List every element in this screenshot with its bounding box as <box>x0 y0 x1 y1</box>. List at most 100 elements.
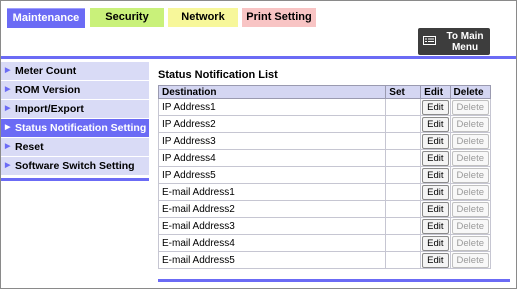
set-cell <box>385 217 422 235</box>
sidebar-item-software-switch-setting[interactable]: ▶ Software Switch Setting <box>1 157 149 176</box>
edit-button[interactable]: Edit <box>422 201 449 217</box>
menu-screen-icon <box>423 36 436 45</box>
delete-cell: Delete <box>449 234 492 252</box>
page-title: Status Notification List <box>158 69 278 81</box>
column-header-delete: Delete <box>449 85 492 99</box>
table-row: IP Address1 Edit Delete <box>157 98 492 116</box>
set-cell <box>385 98 422 116</box>
sidebar-item-label: Meter Count <box>15 65 77 77</box>
triangle-right-icon: ▶ <box>5 67 11 74</box>
delete-cell: Delete <box>449 251 492 269</box>
triangle-right-icon: ▶ <box>5 124 11 131</box>
table-row: E-mail Address3 Edit Delete <box>157 217 492 235</box>
edit-cell: Edit <box>420 234 451 252</box>
sidebar-item-import-export[interactable]: ▶ Import/Export <box>1 100 149 119</box>
destination-cell: IP Address2 <box>157 115 387 133</box>
table-row: IP Address5 Edit Delete <box>157 166 492 184</box>
sidebar-item-label: Software Switch Setting <box>15 160 135 172</box>
sidebar-item-reset[interactable]: ▶ Reset <box>1 138 149 157</box>
edit-cell: Edit <box>420 200 451 218</box>
delete-cell: Delete <box>449 217 492 235</box>
edit-button[interactable]: Edit <box>422 184 449 200</box>
table-row: IP Address3 Edit Delete <box>157 132 492 150</box>
delete-cell: Delete <box>449 132 492 150</box>
edit-cell: Edit <box>420 149 451 167</box>
delete-cell: Delete <box>449 115 492 133</box>
to-main-menu-button[interactable]: To Main Menu <box>418 28 490 55</box>
delete-button[interactable]: Delete <box>451 184 489 200</box>
table-row: IP Address2 Edit Delete <box>157 115 492 133</box>
delete-button[interactable]: Delete <box>451 150 489 166</box>
triangle-right-icon: ▶ <box>5 86 11 93</box>
set-cell <box>385 200 422 218</box>
edit-cell: Edit <box>420 183 451 201</box>
edit-button[interactable]: Edit <box>422 150 449 166</box>
edit-button[interactable]: Edit <box>422 167 449 183</box>
set-cell <box>385 132 422 150</box>
column-header-edit: Edit <box>420 85 451 99</box>
sidebar: ▶ Meter Count ▶ ROM Version ▶ Import/Export ▶ S… <box>1 62 149 176</box>
set-cell <box>385 183 422 201</box>
set-cell <box>385 234 422 252</box>
destination-cell: IP Address1 <box>157 98 387 116</box>
sidebar-divider <box>1 178 149 181</box>
delete-button[interactable]: Delete <box>451 235 489 251</box>
edit-cell: Edit <box>420 98 451 116</box>
delete-button[interactable]: Delete <box>451 133 489 149</box>
set-cell <box>385 166 422 184</box>
destination-cell: E-mail Address1 <box>157 183 387 201</box>
destination-cell: IP Address3 <box>157 132 387 150</box>
header-divider <box>1 56 516 59</box>
delete-button[interactable]: Delete <box>451 167 489 183</box>
tab-security[interactable]: Security <box>90 8 164 27</box>
edit-cell: Edit <box>420 217 451 235</box>
edit-cell: Edit <box>420 115 451 133</box>
sidebar-item-label: ROM Version <box>15 84 81 96</box>
delete-cell: Delete <box>449 200 492 218</box>
tab-maintenance[interactable]: Maintenance <box>7 8 85 28</box>
destination-cell: IP Address4 <box>157 149 387 167</box>
delete-button[interactable]: Delete <box>451 99 489 115</box>
column-header-destination: Destination <box>157 85 387 99</box>
main-content: Status Notification List Destination Set… <box>157 69 510 269</box>
destination-cell: E-mail Address4 <box>157 234 387 252</box>
set-cell <box>385 115 422 133</box>
table-row: E-mail Address5 Edit Delete <box>157 251 492 269</box>
triangle-right-icon: ▶ <box>5 143 11 150</box>
table-row: E-mail Address2 Edit Delete <box>157 200 492 218</box>
set-cell <box>385 251 422 269</box>
edit-button[interactable]: Edit <box>422 133 449 149</box>
edit-button[interactable]: Edit <box>422 252 449 268</box>
triangle-right-icon: ▶ <box>5 162 11 169</box>
delete-button[interactable]: Delete <box>451 218 489 234</box>
sidebar-item-label: Import/Export <box>15 103 84 115</box>
delete-cell: Delete <box>449 98 492 116</box>
destination-cell: E-mail Address2 <box>157 200 387 218</box>
bottom-divider <box>158 279 510 282</box>
table-row: E-mail Address4 Edit Delete <box>157 234 492 252</box>
to-main-menu-label: To Main Menu <box>446 31 484 53</box>
edit-cell: Edit <box>420 166 451 184</box>
edit-button[interactable]: Edit <box>422 218 449 234</box>
delete-cell: Delete <box>449 149 492 167</box>
edit-button[interactable]: Edit <box>422 235 449 251</box>
status-notification-table: Destination Set Edit Delete IP Address1 E… <box>157 85 492 269</box>
delete-button[interactable]: Delete <box>451 201 489 217</box>
edit-button[interactable]: Edit <box>422 116 449 132</box>
table-row: E-mail Address1 Edit Delete <box>157 183 492 201</box>
delete-button[interactable]: Delete <box>451 252 489 268</box>
edit-cell: Edit <box>420 132 451 150</box>
destination-cell: E-mail Address5 <box>157 251 387 269</box>
tab-print-setting[interactable]: Print Setting <box>242 8 316 27</box>
sidebar-item-label: Status Notification Setting <box>15 122 147 134</box>
edit-button[interactable]: Edit <box>422 99 449 115</box>
table-row: IP Address4 Edit Delete <box>157 149 492 167</box>
destination-cell: E-mail Address3 <box>157 217 387 235</box>
delete-cell: Delete <box>449 166 492 184</box>
sidebar-item-rom-version[interactable]: ▶ ROM Version <box>1 81 149 100</box>
sidebar-item-meter-count[interactable]: ▶ Meter Count <box>1 62 149 81</box>
sidebar-item-status-notification-setting[interactable]: ▶ Status Notification Setting <box>1 119 149 138</box>
delete-button[interactable]: Delete <box>451 116 489 132</box>
tab-network[interactable]: Network <box>168 8 238 27</box>
edit-cell: Edit <box>420 251 451 269</box>
